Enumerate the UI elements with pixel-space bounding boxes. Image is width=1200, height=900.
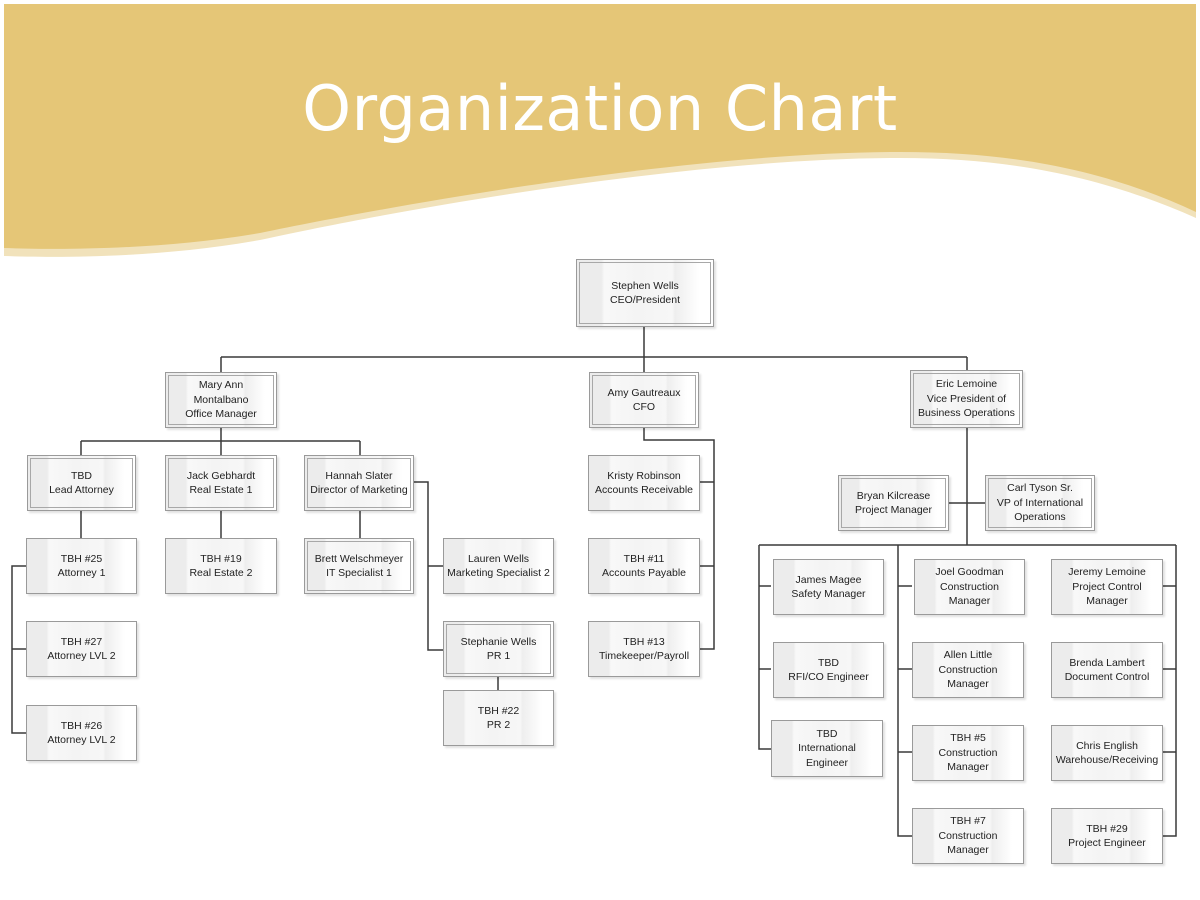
node-label: TBH #11 Accounts Payable: [601, 552, 687, 580]
node-label: TBD RFI/CO Engineer: [788, 656, 869, 684]
node-label: Brett Welschmeyer IT Specialist 1: [314, 552, 404, 580]
org-node-office-manager[interactable]: Mary Ann Montalbano Office Manager: [165, 372, 277, 428]
org-node-attorney-lvl2-b[interactable]: TBH #26 Attorney LVL 2: [26, 705, 137, 761]
node-label: Jeremy Lemoine Project Control Manager: [1068, 566, 1146, 608]
connector-office-manager: [80, 428, 361, 455]
node-label: TBH #26 Attorney LVL 2: [47, 719, 116, 747]
org-node-marketing-specialist[interactable]: Lauren Wells Marketing Specialist 2: [443, 538, 554, 594]
org-node-safety-manager[interactable]: James Magee Safety Manager: [773, 559, 884, 615]
node-label: Kristy Robinson Accounts Receivable: [594, 469, 694, 497]
org-node-project-manager[interactable]: Bryan Kilcrease Project Manager: [838, 475, 949, 531]
node-label: TBH #22 PR 2: [477, 704, 520, 732]
node-label: TBD International Engineer: [798, 727, 856, 769]
org-node-vp-business-ops[interactable]: Eric Lemoine Vice President of Business …: [910, 370, 1023, 428]
org-node-warehouse-receiving[interactable]: Chris English Warehouse/Receiving: [1051, 725, 1163, 781]
org-node-real-estate-2[interactable]: TBH #19 Real Estate 2: [165, 538, 277, 594]
node-label: TBD Lead Attorney: [49, 469, 114, 497]
org-node-accounts-payable[interactable]: TBH #11 Accounts Payable: [588, 538, 700, 594]
node-label: TBH #5 Construction Manager: [938, 732, 998, 774]
node-label: Carl Tyson Sr. VP of International Opera…: [996, 482, 1084, 524]
org-node-document-control[interactable]: Brenda Lambert Document Control: [1051, 642, 1163, 698]
node-label: Stephanie Wells PR 1: [460, 635, 537, 663]
org-node-international-engineer[interactable]: TBD International Engineer: [771, 720, 883, 777]
org-node-accounts-receivable[interactable]: Kristy Robinson Accounts Receivable: [588, 455, 700, 511]
node-label: Allen Little Construction Manager: [938, 649, 998, 691]
node-label: Hannah Slater Director of Marketing: [310, 469, 408, 497]
node-label: James Magee Safety Manager: [791, 573, 866, 601]
node-label: Lauren Wells Marketing Specialist 2: [447, 552, 550, 580]
org-node-rfi-engineer[interactable]: TBD RFI/CO Engineer: [773, 642, 884, 698]
node-label: Jack Gebhardt Real Estate 1: [186, 469, 256, 497]
org-node-lead-attorney[interactable]: TBD Lead Attorney: [27, 455, 136, 511]
node-label: Brenda Lambert Document Control: [1064, 656, 1150, 684]
org-node-vp-international[interactable]: Carl Tyson Sr. VP of International Opera…: [985, 475, 1095, 531]
node-label: TBH #25 Attorney 1: [57, 552, 106, 580]
org-node-it-specialist[interactable]: Brett Welschmeyer IT Specialist 1: [304, 538, 414, 594]
node-label: TBH #19 Real Estate 2: [189, 552, 253, 580]
org-node-construction-manager-tbh5[interactable]: TBH #5 Construction Manager: [912, 725, 1024, 781]
org-node-ceo[interactable]: Stephen Wells CEO/President: [576, 259, 714, 327]
org-node-construction-manager-joel[interactable]: Joel Goodman Construction Manager: [914, 559, 1025, 615]
node-label: TBH #7 Construction Manager: [938, 815, 998, 857]
node-label: TBH #27 Attorney LVL 2: [47, 635, 116, 663]
org-node-timekeeper[interactable]: TBH #13 Timekeeper/Payroll: [588, 621, 700, 677]
node-label: TBH #29 Project Engineer: [1068, 822, 1146, 850]
org-node-cfo[interactable]: Amy Gautreaux CFO: [589, 372, 699, 428]
node-label: Eric Lemoine Vice President of Business …: [918, 378, 1015, 420]
org-node-attorney-1[interactable]: TBH #25 Attorney 1: [26, 538, 137, 594]
node-label: Bryan Kilcrease Project Manager: [854, 489, 933, 517]
org-node-pr-2[interactable]: TBH #22 PR 2: [443, 690, 554, 746]
node-label: Stephen Wells CEO/President: [609, 279, 681, 307]
node-label: Chris English Warehouse/Receiving: [1055, 739, 1159, 767]
node-label: Mary Ann Montalbano Office Manager: [185, 379, 257, 421]
org-node-construction-manager-tbh7[interactable]: TBH #7 Construction Manager: [912, 808, 1024, 864]
org-node-attorney-lvl2-a[interactable]: TBH #27 Attorney LVL 2: [26, 621, 137, 677]
org-node-construction-manager-allen[interactable]: Allen Little Construction Manager: [912, 642, 1024, 698]
org-node-director-marketing[interactable]: Hannah Slater Director of Marketing: [304, 455, 414, 511]
node-label: Joel Goodman Construction Manager: [935, 566, 1004, 608]
node-label: Amy Gautreaux CFO: [607, 386, 681, 414]
org-node-project-engineer[interactable]: TBH #29 Project Engineer: [1051, 808, 1163, 864]
org-node-pr-1[interactable]: Stephanie Wells PR 1: [443, 621, 554, 677]
connector-ceo-level1: [220, 327, 968, 372]
node-label: TBH #13 Timekeeper/Payroll: [598, 635, 690, 663]
org-node-project-control-manager[interactable]: Jeremy Lemoine Project Control Manager: [1051, 559, 1163, 615]
org-node-real-estate-1[interactable]: Jack Gebhardt Real Estate 1: [165, 455, 277, 511]
